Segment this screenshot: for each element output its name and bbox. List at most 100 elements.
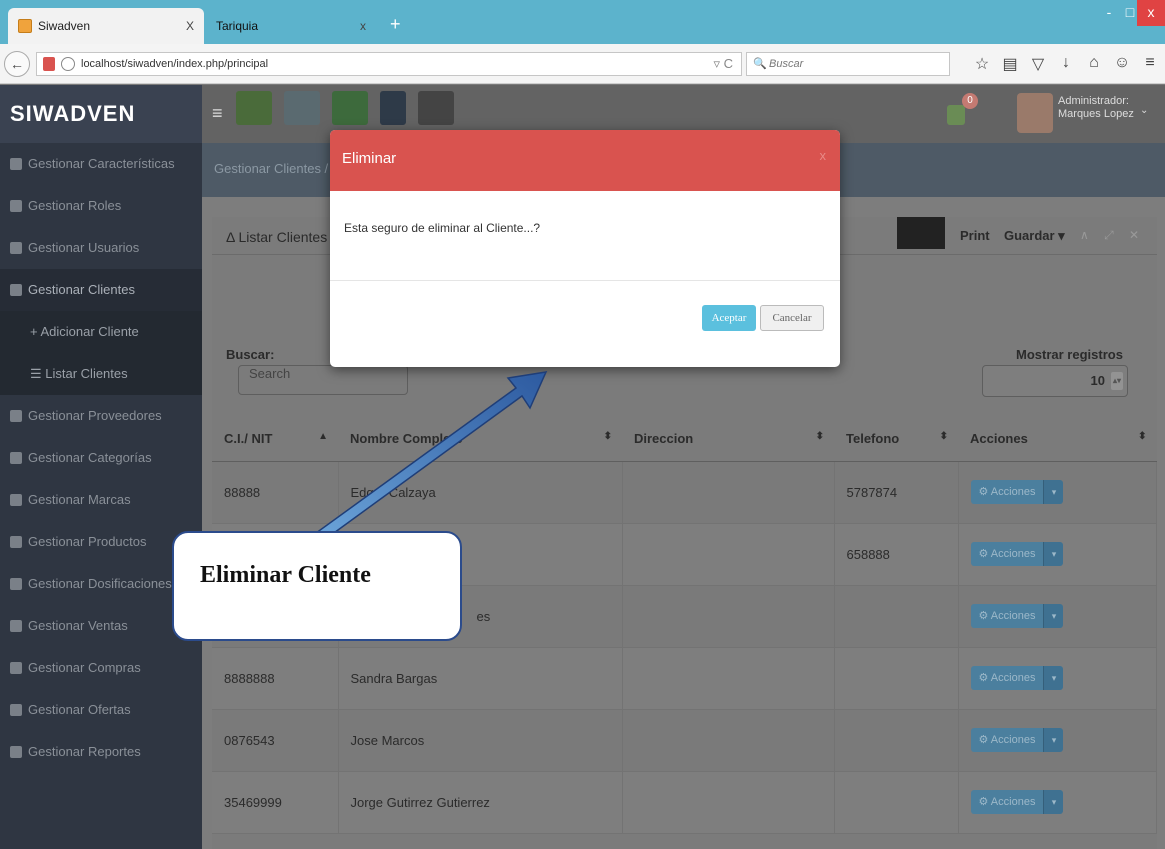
sort-asc-icon: ▲: [318, 431, 328, 442]
product-thumbnail: [418, 91, 454, 125]
sidebar-item-categorias[interactable]: Gestionar Categorías: [0, 437, 202, 479]
modal-footer: Aceptar Cancelar: [330, 281, 840, 367]
column-nombre[interactable]: Nombre Completo ⬍: [338, 417, 622, 462]
sidebar-item-ofertas[interactable]: Gestionar Ofertas: [0, 689, 202, 731]
sidebar-item-caracteristicas[interactable]: Gestionar Características: [0, 143, 202, 185]
reload-icon[interactable]: ▿ C: [713, 53, 733, 75]
chevron-down-icon[interactable]: ▾: [1043, 480, 1064, 504]
avatar[interactable]: [1017, 93, 1053, 133]
tab-tariquia[interactable]: Tariquia x: [206, 8, 376, 44]
actions-button[interactable]: ⚙ Acciones ▾: [970, 728, 1064, 752]
image-icon: [10, 536, 22, 548]
home-icon[interactable]: ⌂: [1080, 54, 1108, 74]
sidebar-subitem-adicionar-cliente[interactable]: + Adicionar Cliente: [0, 311, 202, 353]
notification-icon[interactable]: [947, 105, 965, 125]
records-label: Mostrar registros: [1016, 347, 1123, 362]
sidebar-item-usuarios[interactable]: Gestionar Usuarios: [0, 227, 202, 269]
sidebar-item-roles[interactable]: Gestionar Roles: [0, 185, 202, 227]
cell-nombre: Edgar Calzaya: [338, 461, 623, 524]
select-arrow-icon: ▴▾: [1111, 372, 1123, 390]
actions-label[interactable]: ⚙ Acciones: [970, 480, 1044, 504]
site-icon: [43, 57, 55, 71]
delete-confirm-modal: Eliminar x Esta seguro de eliminar al Cl…: [330, 130, 840, 367]
cell-nombre: Jorge Gutirrez Gutierrez: [338, 771, 623, 834]
accept-button[interactable]: Aceptar: [702, 305, 756, 331]
bookmark-star-icon[interactable]: ☆: [968, 54, 996, 74]
gears-icon: [10, 158, 22, 170]
sidebar-item-reportes[interactable]: Gestionar Reportes: [0, 731, 202, 773]
sidebar-item-label: Gestionar Marcas: [28, 492, 131, 507]
column-direccion[interactable]: Direccion ⬍: [622, 417, 834, 462]
sidebar-item-label: Gestionar Dosificaciones: [28, 576, 172, 591]
save-dropdown[interactable]: Guardar ▾: [1004, 228, 1065, 244]
chevron-down-icon[interactable]: ▾: [1043, 666, 1064, 690]
actions-button[interactable]: ⚙ Acciones ▾: [970, 666, 1064, 690]
cell-direccion: [622, 709, 835, 772]
browser-search-input[interactable]: 🔍 Buscar: [746, 52, 950, 76]
tab-label: Siwadven: [38, 19, 91, 33]
back-button[interactable]: ←: [4, 51, 30, 77]
sidebar: Gestionar Características Gestionar Role…: [0, 143, 202, 849]
actions-label[interactable]: ⚙ Acciones: [970, 666, 1044, 690]
tab-siwadven[interactable]: Siwadven X: [8, 8, 204, 44]
sidebar-item-label: Gestionar Compras: [28, 660, 141, 675]
url-text: localhost/siwadven/index.php/principal: [81, 58, 269, 70]
search-input[interactable]: Search: [238, 365, 408, 395]
new-tab-button[interactable]: +: [390, 14, 401, 35]
chevron-down-icon[interactable]: ▾: [1043, 604, 1064, 628]
actions-button[interactable]: ⚙ Acciones ▾: [970, 480, 1064, 504]
cancel-button[interactable]: Cancelar: [760, 305, 824, 331]
tab-close-icon[interactable]: X: [186, 19, 194, 33]
sidebar-item-clientes[interactable]: Gestionar Clientes: [0, 269, 202, 311]
column-ci[interactable]: C.I./ NIT ▲: [212, 417, 338, 462]
cell-direccion: [622, 647, 835, 710]
panel-controls[interactable]: ∧ ⤢ ✕: [1080, 228, 1145, 243]
sort-icon: ⬍: [815, 431, 824, 442]
chevron-down-icon[interactable]: ▾: [1043, 542, 1064, 566]
actions-label[interactable]: ⚙ Acciones: [970, 542, 1044, 566]
actions-label[interactable]: ⚙ Acciones: [970, 604, 1044, 628]
chevron-down-icon[interactable]: ▾: [1043, 728, 1064, 752]
sidebar-item-label: Gestionar Clientes: [28, 282, 135, 297]
table-header-row: C.I./ NIT ▲ Nombre Completo ⬍ Direccion ⬍ T…: [212, 417, 1157, 462]
sidebar-item-compras[interactable]: Gestionar Compras: [0, 647, 202, 689]
window-close-button[interactable]: x: [1137, 0, 1165, 26]
reading-list-icon[interactable]: ▤: [996, 54, 1024, 74]
site-info-icon[interactable]: [61, 57, 75, 71]
actions-button[interactable]: ⚙ Acciones ▾: [970, 542, 1064, 566]
actions-button[interactable]: ⚙ Acciones ▾: [970, 790, 1064, 814]
actions-label[interactable]: ⚙ Acciones: [970, 728, 1044, 752]
cell-nombre: Sandra Bargas: [338, 647, 623, 710]
chevron-down-icon[interactable]: ▾: [1043, 790, 1064, 814]
search-label: Buscar:: [226, 347, 275, 362]
modal-body: Esta seguro de eliminar al Cliente...?: [330, 191, 840, 281]
print-button[interactable]: Print: [960, 228, 990, 243]
address-bar[interactable]: localhost/siwadven/index.php/principal ▿…: [36, 52, 742, 76]
cell-acciones: ⚙ Acciones ▾: [958, 461, 1157, 524]
close-icon[interactable]: x: [820, 148, 827, 163]
sidebar-item-marcas[interactable]: Gestionar Marcas: [0, 479, 202, 521]
chevron-down-icon[interactable]: ⌄: [1140, 105, 1148, 116]
column-telefono[interactable]: Telefono ⬍: [834, 417, 958, 462]
column-acciones[interactable]: Acciones ⬍: [958, 417, 1157, 462]
menu-toggle-icon[interactable]: ≡: [212, 103, 223, 124]
records-select[interactable]: 10 ▴▾: [982, 365, 1128, 397]
download-icon[interactable]: ↓: [1052, 54, 1080, 74]
pocket-icon[interactable]: ▽: [1024, 54, 1052, 74]
browser-toolbar-icons: ☆ ▤ ▽ ↓ ⌂ ☺ ≡: [968, 54, 1164, 74]
panel-title: Δ Listar Clientes: [226, 229, 328, 245]
cart-icon: [10, 620, 22, 632]
color-swatch[interactable]: [897, 217, 945, 249]
actions-label[interactable]: ⚙ Acciones: [970, 790, 1044, 814]
cell-nombre: Jose Marcos: [338, 709, 623, 772]
tab-close-icon[interactable]: x: [360, 19, 366, 33]
table-row: 35469999 Jorge Gutirrez Gutierrez ⚙ Acci…: [212, 771, 1157, 834]
product-thumbnail: [380, 91, 406, 125]
sync-icon[interactable]: ☺: [1108, 54, 1136, 74]
user-info[interactable]: Administrador: Marques Lopez: [1058, 95, 1134, 121]
sidebar-subitem-listar-clientes[interactable]: ☰ Listar Clientes: [0, 353, 202, 395]
browser-menu-icon[interactable]: ≡: [1136, 54, 1164, 74]
sidebar-item-proveedores[interactable]: Gestionar Proveedores: [0, 395, 202, 437]
app-brand[interactable]: SIWADVEN: [0, 85, 202, 143]
actions-button[interactable]: ⚙ Acciones ▾: [970, 604, 1064, 628]
